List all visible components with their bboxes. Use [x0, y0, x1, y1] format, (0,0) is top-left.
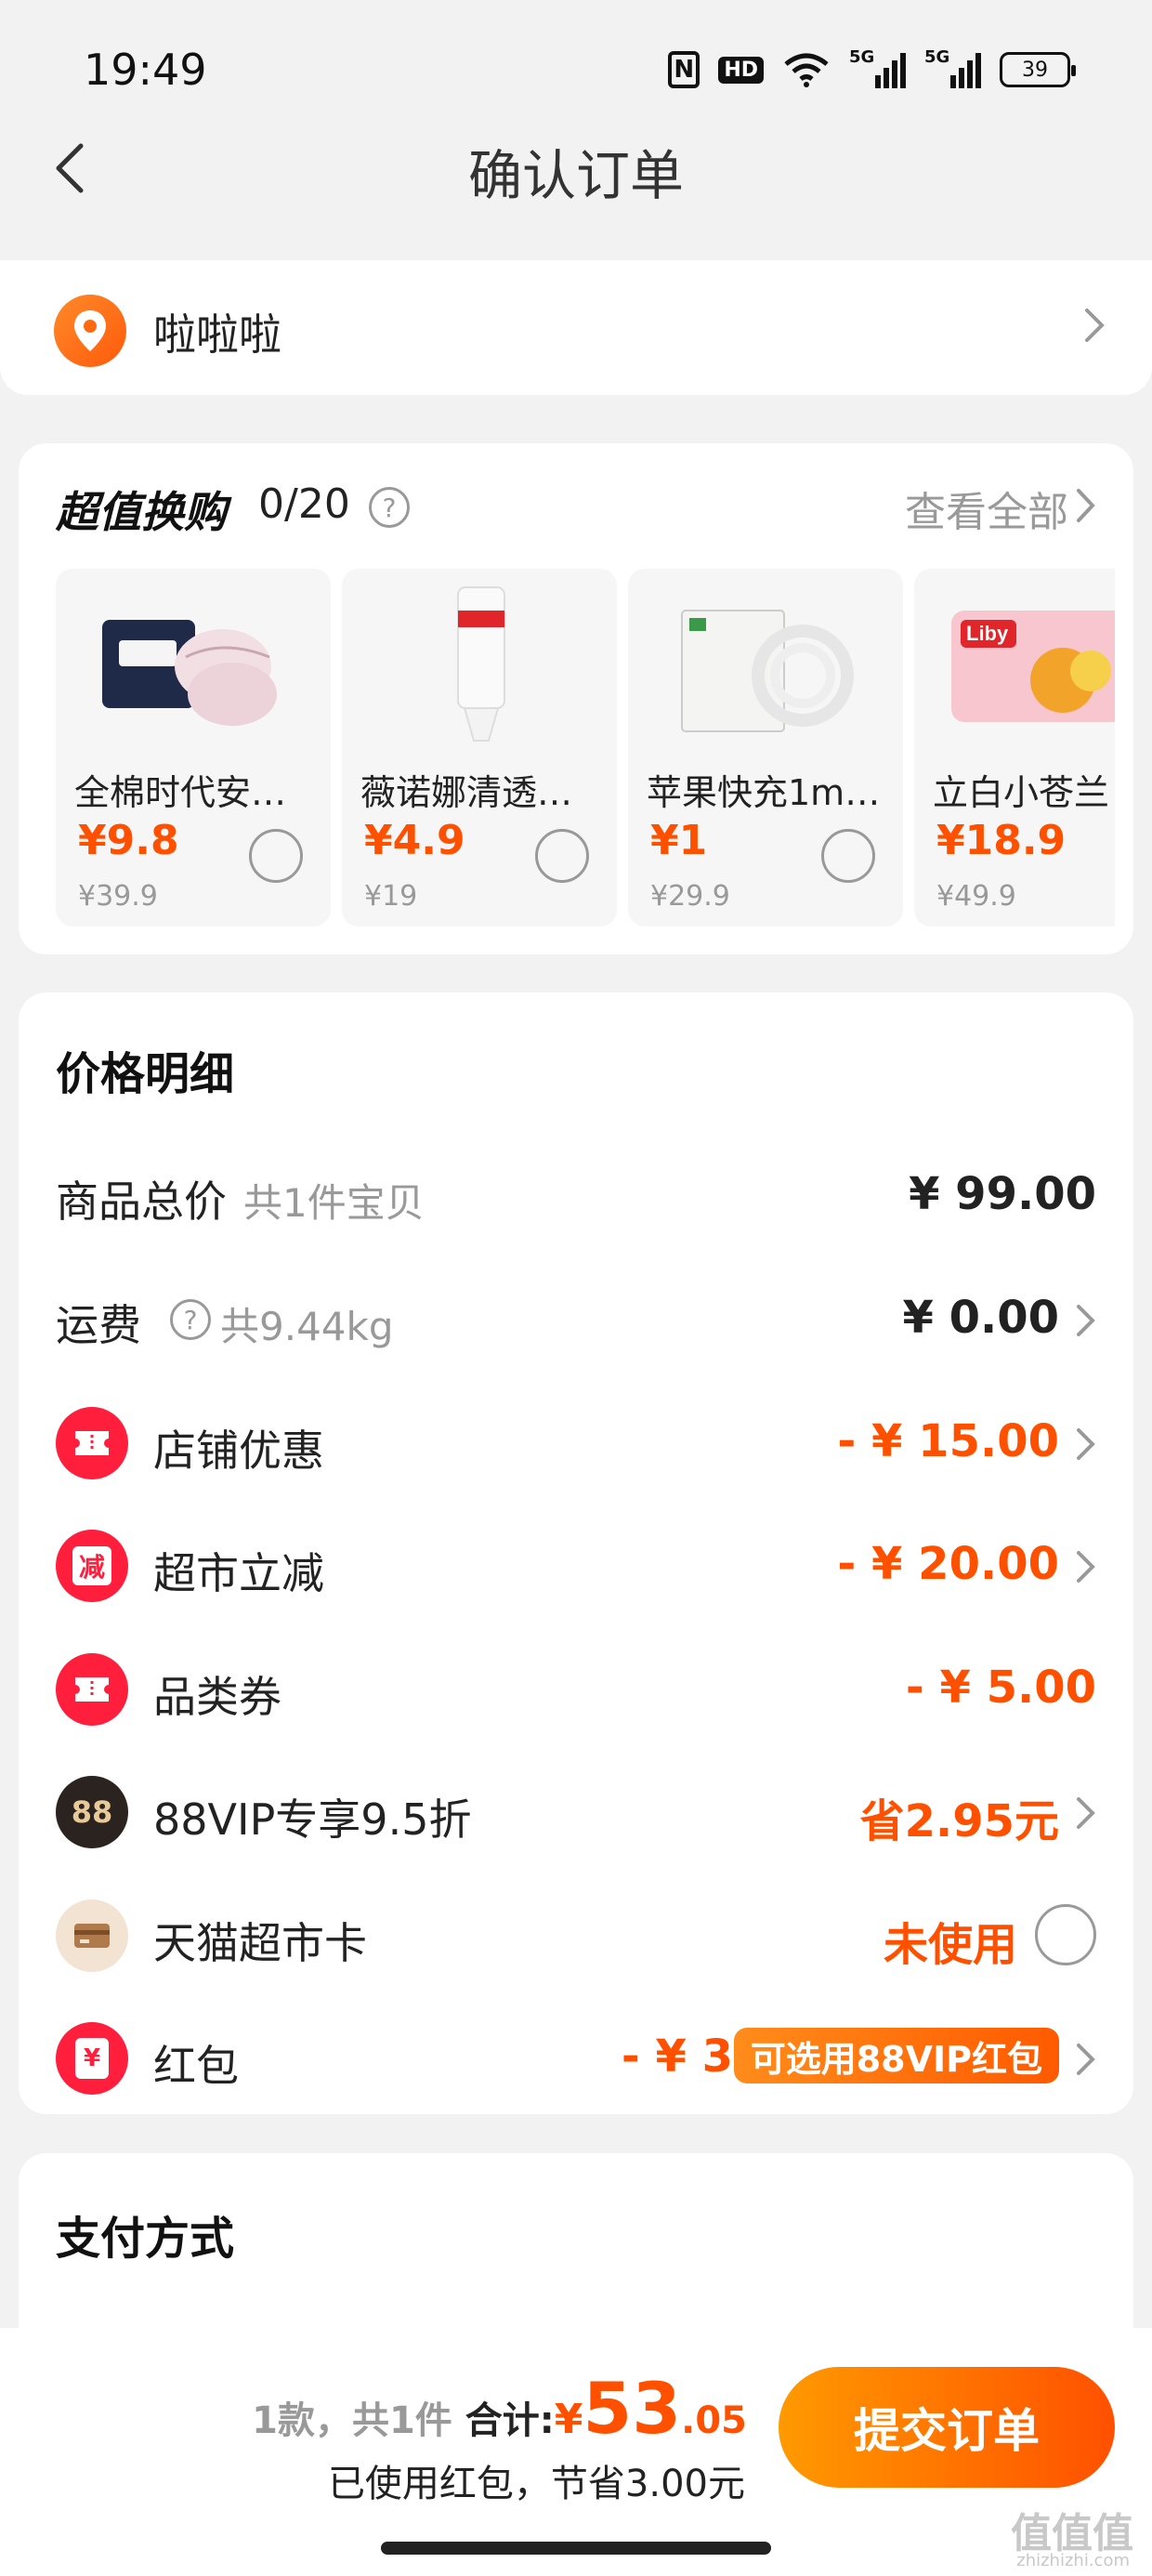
reduce-icon: 减	[56, 1530, 128, 1602]
order-summary: 1款，共1件 合计:¥53.05	[252, 2367, 747, 2450]
market-card-row: 天猫超市卡 未使用	[19, 1887, 1133, 1980]
total-label: 合计:	[465, 2399, 555, 2442]
red-packet-label: 红包	[153, 2041, 239, 2091]
submit-order-button[interactable]: 提交订单	[779, 2367, 1115, 2488]
product-original-price: ¥39.9	[78, 880, 158, 913]
product-price: ¥4.9	[364, 817, 465, 864]
product-price: ¥9.8	[78, 817, 179, 864]
svg-text:Liby: Liby	[966, 622, 1009, 645]
view-all-link[interactable]: 查看全部	[905, 479, 1068, 538]
category-coupon-label: 品类券	[153, 1672, 281, 1722]
product-image: Liby	[951, 583, 1115, 745]
product-image	[379, 583, 580, 745]
signal-5g-icon: 5G	[849, 47, 906, 88]
help-icon[interactable]: ?	[369, 487, 410, 528]
signal-5g-icon-2: 5G	[924, 47, 981, 88]
swap-count: 0/20	[258, 480, 350, 528]
total-currency: ¥	[554, 2396, 583, 2443]
chevron-right-icon	[1076, 1796, 1096, 1833]
market-card-value: 未使用	[883, 1919, 1017, 1971]
goods-total-label: 商品总价	[56, 1176, 227, 1227]
address-card[interactable]: 啦啦啦	[0, 260, 1152, 395]
hd-icon: HD	[718, 56, 764, 84]
battery-icon: 39	[1000, 52, 1076, 87]
saved-text: 已使用红包，节省3.00元	[327, 2463, 745, 2505]
product-price: ¥1	[650, 817, 708, 864]
ticket-icon	[56, 1653, 128, 1726]
help-icon[interactable]: ?	[170, 1299, 211, 1340]
swap-product-card[interactable]: 全棉时代安睡… ¥9.8 ¥39.9	[56, 569, 331, 927]
payment-title: 支付方式	[56, 2213, 235, 2265]
home-indicator[interactable]	[381, 2542, 771, 2555]
chevron-right-icon	[1076, 1550, 1096, 1587]
category-coupon-value: - ¥ 5.00	[905, 1662, 1096, 1714]
chevron-right-icon	[1076, 1304, 1096, 1341]
vip-discount-label: 88VIP专享9.5折	[153, 1794, 472, 1845]
shop-discount-value: - ¥ 15.00	[837, 1415, 1059, 1467]
market-reduce-value: - ¥ 20.00	[837, 1538, 1059, 1590]
goods-count: 共1件宝贝	[243, 1180, 425, 1226]
swap-product-card[interactable]: 薇诺娜清透防… ¥4.9 ¥19	[342, 569, 617, 927]
page-title: 确认订单	[467, 144, 684, 207]
product-original-price: ¥19	[364, 880, 418, 913]
product-original-price: ¥49.9	[936, 880, 1016, 913]
product-name: 全棉时代安睡…	[74, 772, 318, 813]
product-name: 苹果快充1m…	[647, 772, 881, 813]
item-count: 1款，共1件	[252, 2399, 452, 2442]
vip-red-packet-tag[interactable]: 可选用88VIP红包	[733, 2028, 1059, 2083]
category-coupon-row: 品类券 - ¥ 5.00	[19, 1641, 1133, 1734]
swap-product-card[interactable]: Liby 立白小苍兰 ¥18.9 ¥49.9	[914, 569, 1115, 927]
price-detail-card: 价格明细 商品总价 共1件宝贝 ¥ 99.00 运费 ? 共9.44kg ¥ 0.…	[19, 992, 1133, 2114]
product-original-price: ¥29.9	[650, 880, 730, 913]
market-card-label: 天猫超市卡	[153, 1918, 367, 1968]
shipping-label: 运费	[56, 1300, 141, 1350]
vip-discount-row[interactable]: 88 88VIP专享9.5折 省2.95元	[19, 1764, 1133, 1857]
shipping-weight: 共9.44kg	[220, 1304, 394, 1349]
product-image	[93, 583, 294, 745]
nav-bar: 确认订单	[0, 121, 1152, 214]
product-name: 薇诺娜清透防…	[360, 772, 604, 813]
vip-discount-value: 省2.95元	[859, 1795, 1059, 1847]
nfc-icon: N	[668, 51, 700, 88]
swap-product-card[interactable]: 苹果快充1m… ¥1 ¥29.9	[628, 569, 903, 927]
bottom-bar: 1款，共1件 合计:¥53.05 已使用红包，节省3.00元 提交订单	[0, 2328, 1152, 2576]
chevron-right-icon	[1076, 488, 1096, 527]
status-time: 19:49	[84, 45, 207, 95]
chevron-right-icon	[1076, 1427, 1096, 1465]
shipping-value: ¥ 0.00	[902, 1292, 1059, 1344]
address-name: 啦啦啦	[153, 309, 281, 360]
product-name: 立白小苍兰	[933, 772, 1110, 813]
product-select-radio[interactable]	[535, 829, 589, 883]
price-detail-title: 价格明细	[56, 1048, 235, 1100]
shop-discount-label: 店铺优惠	[153, 1426, 324, 1476]
goods-total-value: ¥ 99.00	[909, 1168, 1096, 1220]
location-pin-icon	[54, 295, 126, 367]
market-reduce-row[interactable]: 减 超市立减 - ¥ 20.00	[19, 1518, 1133, 1610]
market-reduce-label: 超市立减	[153, 1548, 324, 1598]
card-icon	[56, 1899, 128, 1972]
wifi-icon	[782, 51, 831, 88]
swap-product-list: 全棉时代安睡… ¥9.8 ¥39.9 薇诺娜清透防… ¥4.9 ¥19 苹果快充…	[56, 569, 1115, 927]
watermark-url: zhizhizhi.com	[1016, 2551, 1130, 2570]
product-select-radio[interactable]	[821, 829, 875, 883]
vip-88-icon: 88	[56, 1776, 128, 1848]
product-select-radio[interactable]	[249, 829, 303, 883]
chevron-right-icon	[1076, 2043, 1096, 2080]
status-bar: 19:49 N HD 5G 5G 39	[0, 0, 1152, 139]
market-card-radio[interactable]	[1035, 1904, 1096, 1965]
shipping-row[interactable]: 运费 ? 共9.44kg ¥ 0.00	[19, 1271, 1133, 1364]
goods-total-row: 商品总价 共1件宝贝 ¥ 99.00	[19, 1148, 1133, 1241]
ticket-icon	[56, 1407, 128, 1479]
shop-discount-row[interactable]: 店铺优惠 - ¥ 15.00	[19, 1395, 1133, 1488]
product-image	[665, 583, 866, 745]
total-amount: 53	[583, 2367, 682, 2450]
chevron-right-icon	[1083, 307, 1106, 348]
red-packet-icon: ¥	[56, 2022, 128, 2095]
total-decimal: .05	[681, 2399, 747, 2442]
swap-purchase-card: 超值换购 0/20 ? 查看全部 全棉时代安睡… ¥9.8 ¥39.9 薇诺娜清…	[19, 443, 1133, 954]
red-packet-row[interactable]: ¥ 红包 - ¥ 3.00 可选用88VIP红包	[19, 2010, 1133, 2103]
product-price: ¥18.9	[936, 817, 1067, 864]
swap-title: 超值换购	[56, 487, 227, 537]
status-icons: N HD 5G 5G 39	[668, 47, 1076, 88]
